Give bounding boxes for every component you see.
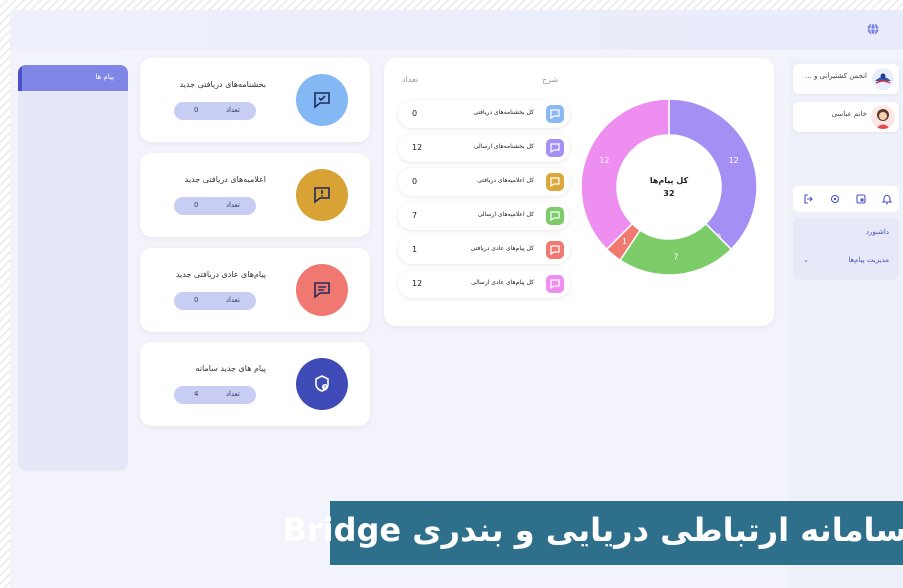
message-check-icon — [314, 92, 330, 109]
chevron-down-icon[interactable]: ⌄ — [803, 256, 809, 264]
count-value: 0 — [194, 296, 199, 304]
summary-row-value: 1 — [412, 245, 418, 254]
count-label: تعداد — [225, 296, 240, 304]
summary-row-value: 12 — [412, 143, 423, 152]
org-logo — [871, 67, 895, 91]
window-icon[interactable] — [855, 193, 867, 205]
top-bar — [10, 10, 903, 50]
sidebar-item-dashboard[interactable]: داشبورد — [866, 228, 889, 236]
summary-row-label: کل بخشنامه‌های دریافتی — [473, 109, 534, 116]
stat-title: بخشنامه‌های دریافتی جدید — [179, 80, 266, 89]
column-header-description: شرح — [542, 75, 559, 84]
column-header-count: تعداد — [402, 75, 419, 84]
summary-row[interactable]: 7 کل اعلامیه‌های ارسالی — [398, 202, 570, 230]
user-card[interactable]: خانم عباسی — [793, 102, 899, 132]
summary-row-label: کل پیام‌های عادی دریافتی — [470, 245, 534, 252]
stat-card-new-circulars[interactable]: بخشنامه‌های دریافتی جدید تعداد 0 — [140, 58, 370, 142]
stat-icon-circle — [296, 264, 348, 316]
summary-row[interactable]: 0 کل اعلامیه‌های دریافتی — [398, 168, 570, 196]
settings-icon[interactable] — [829, 193, 841, 205]
donut-chart: 01207112کل پیام‌ها32 — [580, 98, 758, 276]
stat-title: اعلامیه‌های دریافتی جدید — [184, 175, 266, 184]
title-banner: سامانه ارتباطی دریایی و بندری Bridge — [282, 501, 903, 565]
message-text-icon — [314, 282, 330, 299]
sidebar-item-messages[interactable]: پیام ها — [18, 65, 128, 91]
count-label: تعداد — [225, 201, 240, 209]
slice-label: 12 — [729, 156, 739, 165]
count-value: 0 — [194, 201, 199, 209]
summary-row-value: 0 — [412, 177, 418, 186]
summary-row-label: کل اعلامیه‌های دریافتی — [477, 177, 534, 184]
count-value: 4 — [194, 390, 199, 398]
chart-title: کل پیام‌ها — [650, 176, 689, 185]
summary-row-label: کل پیام‌های عادی ارسالی — [471, 279, 534, 286]
summary-row-label: کل بخشنامه‌های ارسالی — [473, 143, 534, 150]
sidebar-item-label: پیام ها — [95, 73, 114, 81]
message-icon — [546, 275, 564, 293]
summary-row-value: 7 — [412, 211, 418, 220]
user-name: خانم عباسی — [831, 110, 867, 118]
count-label: تعداد — [225, 390, 240, 398]
message-icon — [546, 173, 564, 191]
stat-icon-circle — [296, 358, 348, 410]
logout-icon[interactable] — [803, 193, 815, 205]
summary-row-label: کل اعلامیه‌های ارسالی — [477, 211, 534, 218]
stat-icon-circle — [296, 74, 348, 126]
banner-text: سامانه ارتباطی دریایی و بندری Bridge — [282, 511, 903, 549]
donut-hole — [618, 136, 720, 238]
globe-icon[interactable] — [866, 22, 880, 36]
shield-alert-icon — [315, 375, 329, 392]
slice-label: 12 — [599, 156, 609, 165]
org-card[interactable]: انجمن کشتیرانی و ... — [793, 64, 899, 94]
count-pill: تعداد 0 — [174, 102, 256, 120]
org-name: انجمن کشتیرانی و ... — [805, 72, 867, 80]
sidebar-item-message-management[interactable]: مدیریت پیام‌ها — [848, 256, 889, 264]
stat-icon-circle — [296, 169, 348, 221]
message-icon — [546, 207, 564, 225]
chart-total: 32 — [663, 189, 674, 198]
notification-icon[interactable] — [881, 193, 893, 205]
toolbar-icons — [793, 186, 899, 212]
slice-label: 7 — [673, 253, 678, 262]
summary-row[interactable]: 0 کل بخشنامه‌های دریافتی — [398, 100, 570, 128]
message-alert-icon — [314, 187, 330, 204]
count-label: تعداد — [225, 106, 240, 114]
message-icon — [546, 241, 564, 259]
sidebar-menu: داشبورد مدیریت پیام‌ها ⌄ — [793, 218, 899, 280]
count-pill: تعداد 0 — [174, 197, 256, 215]
slice-label: 1 — [622, 237, 627, 246]
summary-row-value: 0 — [412, 109, 418, 118]
avatar — [871, 105, 895, 129]
left-sidebar: پیام ها — [18, 65, 128, 471]
summary-panel: تعداد شرح 0 کل بخشنامه‌های دریافتی 12 کل بخ… — [384, 58, 774, 326]
count-pill: تعداد 0 — [174, 292, 256, 310]
summary-row[interactable]: 1 کل پیام‌های عادی دریافتی — [398, 236, 570, 264]
summary-row[interactable]: 12 کل پیام‌های عادی ارسالی — [398, 270, 570, 298]
count-value: 0 — [194, 106, 199, 114]
summary-row-value: 12 — [412, 279, 423, 288]
stat-card-new-announcements[interactable]: اعلامیه‌های دریافتی جدید تعداد 0 — [140, 153, 370, 237]
count-pill: تعداد 4 — [174, 386, 256, 404]
stat-title: پیام های جدید سامانه — [195, 364, 266, 373]
stat-title: پیام‌های عادی دریافتی جدید — [175, 270, 266, 279]
app-window: پیام ها انجمن کشتیرانی و ... خانم عباسی … — [10, 10, 903, 588]
message-icon — [546, 139, 564, 157]
stat-card-new-regular-messages[interactable]: پیام‌های عادی دریافتی جدید تعداد 0 — [140, 248, 370, 332]
summary-row[interactable]: 12 کل بخشنامه‌های ارسالی — [398, 134, 570, 162]
stat-card-new-system-messages[interactable]: پیام های جدید سامانه تعداد 4 — [140, 342, 370, 426]
message-icon — [546, 105, 564, 123]
